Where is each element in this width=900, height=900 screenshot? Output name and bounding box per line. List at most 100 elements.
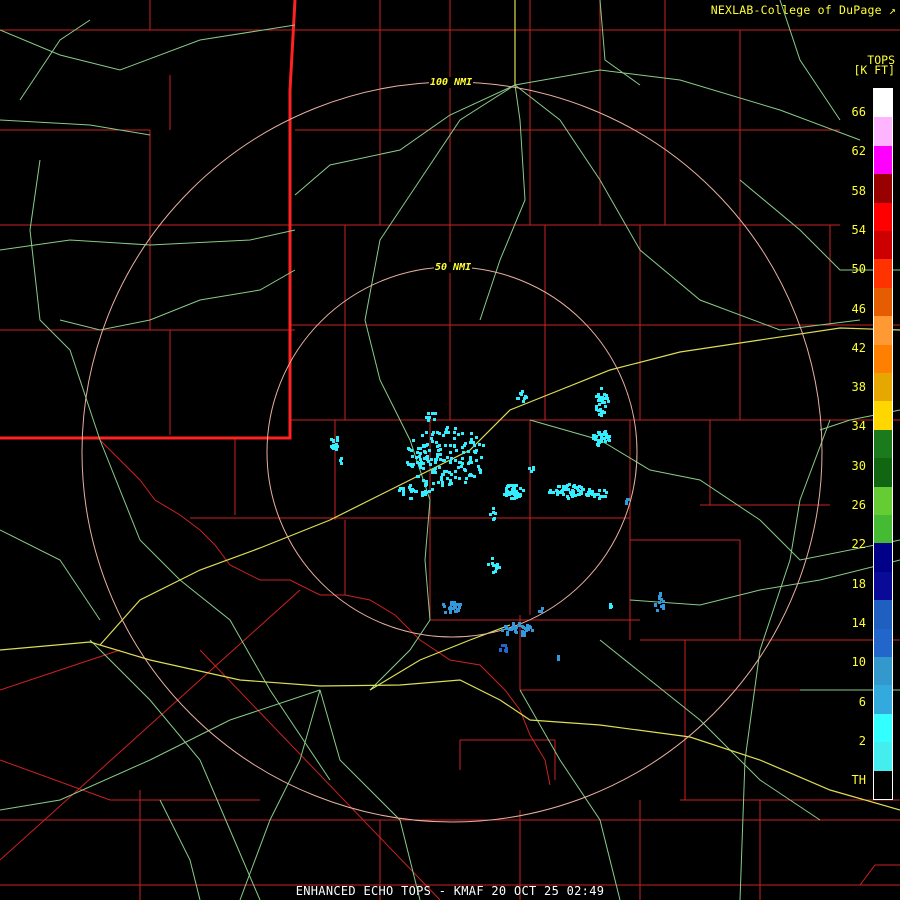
legend-swatch [874, 742, 892, 772]
echo-cell [336, 439, 339, 442]
echo-cell [449, 479, 452, 482]
echo-cell [522, 400, 525, 403]
legend-label: 34 [851, 419, 866, 434]
credit-text: NEXLAB-College of DuPage ↗ [711, 3, 896, 17]
echo-cell [489, 513, 492, 516]
echo-cell [521, 634, 524, 637]
echo-cell [518, 624, 521, 627]
echo-cell [439, 453, 442, 456]
echo-cell [525, 627, 528, 630]
echo-cell [479, 471, 482, 474]
state-boundary [0, 0, 297, 440]
echo-cell [492, 507, 495, 510]
echo-cell [449, 611, 452, 614]
echo-cell [454, 427, 457, 430]
legend-label: 58 [851, 183, 866, 198]
echo-cell [465, 477, 468, 480]
echo-cell [598, 403, 601, 406]
echo-cell [417, 475, 420, 478]
legend-label: 30 [851, 458, 866, 473]
range-ring-50-label: 50 NMI [434, 262, 473, 273]
echo-cell [454, 459, 457, 462]
echo-cell [506, 633, 509, 636]
echo-cell [557, 485, 560, 488]
echo-cell [514, 484, 517, 487]
echo-cell [478, 468, 481, 471]
highways [0, 0, 900, 900]
legend-label: 66 [851, 105, 866, 119]
echo-cell [398, 489, 401, 492]
echo-cell [417, 447, 420, 450]
legend-swatch [874, 685, 892, 715]
echo-cell [430, 437, 433, 440]
echo-cell [501, 629, 504, 632]
echo-cell [457, 433, 460, 436]
echo-cell [572, 485, 575, 488]
echo-cell [429, 463, 432, 466]
echo-cell [608, 435, 611, 438]
echo-cell [519, 392, 522, 395]
echo-cell [577, 493, 580, 496]
echo-cell [442, 434, 445, 437]
echo-cell [450, 457, 453, 460]
echo-cell [453, 606, 456, 609]
echo-cell [557, 655, 560, 658]
echo-cell [601, 396, 604, 399]
echo-cell [501, 644, 504, 647]
echo-cell [510, 497, 513, 500]
echo-cell [428, 449, 431, 452]
echo-cell [505, 650, 508, 653]
echo-cell [423, 457, 426, 460]
echo-cell [654, 604, 657, 607]
echo-cell [410, 464, 413, 467]
echo-cell [426, 443, 429, 446]
echo-cell [475, 436, 478, 439]
echo-cell [577, 489, 580, 492]
echo-cell [449, 451, 452, 454]
legend-label: 18 [851, 576, 866, 591]
echo-cell [446, 456, 449, 459]
echo-cell [458, 461, 461, 464]
echo-cell [598, 397, 601, 400]
echo-cell [463, 468, 466, 471]
echo-cell [521, 625, 524, 628]
echo-cell [454, 610, 457, 613]
legend-label: 42 [851, 340, 866, 355]
echo-cell [504, 625, 507, 628]
echo-cell [442, 459, 445, 462]
echo-cell [522, 489, 525, 492]
legend-swatch [874, 515, 892, 544]
echo-cell [418, 455, 421, 458]
legend-label: 22 [851, 537, 866, 552]
echo-cell [336, 436, 339, 439]
echo-cell [600, 410, 603, 413]
echo-cell [439, 458, 442, 461]
echo-cell [514, 493, 517, 496]
legend-label: 2 [858, 733, 866, 748]
legend-swatch [874, 401, 892, 431]
echo-cell [461, 457, 464, 460]
echo-cell [603, 489, 606, 492]
echo-cell [448, 471, 451, 474]
echo-cell [427, 419, 430, 422]
echo-cell [330, 438, 333, 441]
echo-cell [482, 444, 485, 447]
echo-cell [578, 485, 581, 488]
echo-cell [493, 564, 496, 567]
echo-cell [596, 443, 599, 446]
echo-cell [453, 431, 456, 434]
echo-cell [521, 630, 524, 633]
echo-cell [470, 432, 473, 435]
echo-cell [594, 438, 597, 441]
legend-label: 14 [851, 615, 866, 630]
echo-cell [433, 470, 436, 473]
echo-cell [416, 461, 419, 464]
echo-cell [409, 484, 412, 487]
echo-cell [580, 491, 583, 494]
echo-cell [581, 488, 584, 491]
echo-cell [461, 462, 464, 465]
echo-cell [427, 412, 430, 415]
echo-cell [453, 437, 456, 440]
echo-cell [424, 493, 427, 496]
echo-cell [659, 593, 662, 596]
